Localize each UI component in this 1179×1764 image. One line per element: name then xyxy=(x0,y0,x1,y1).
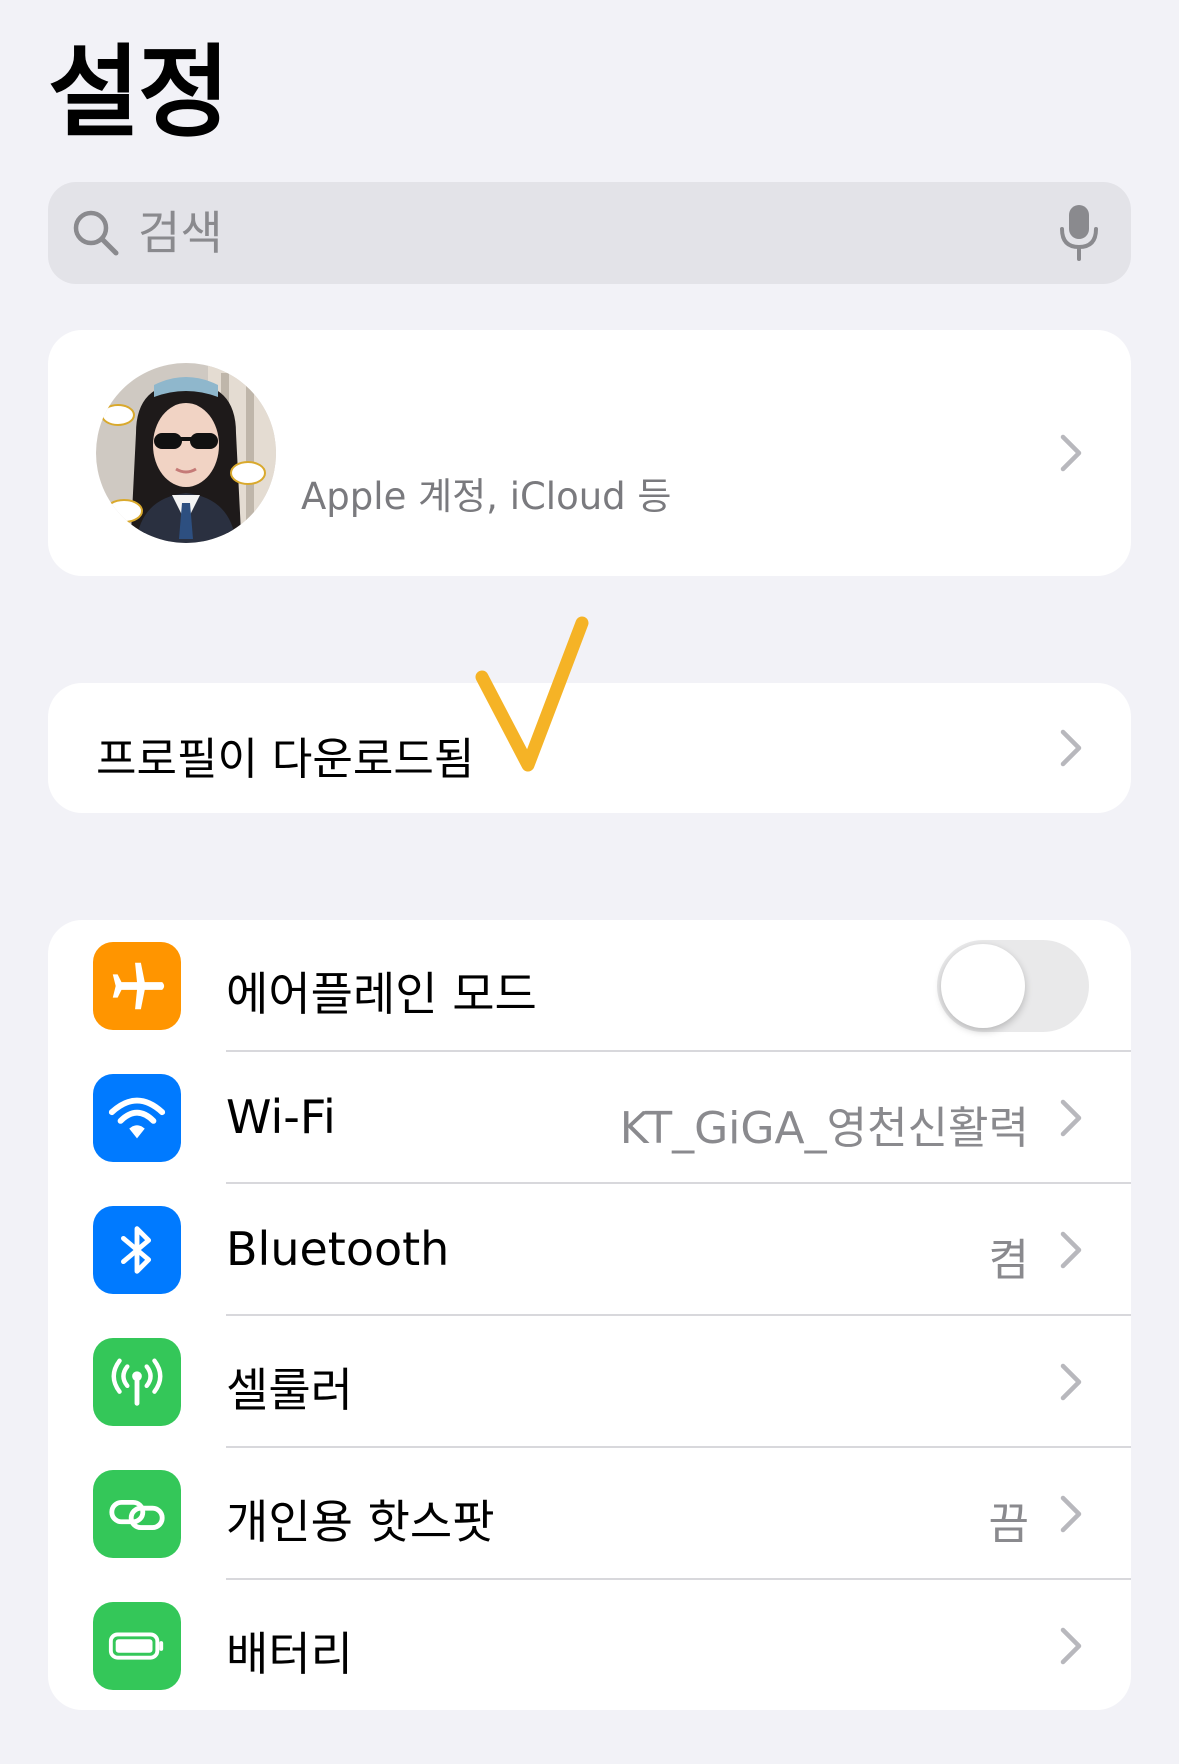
wifi-icon xyxy=(93,1074,181,1162)
profile-downloaded-card[interactable]: 프로필이 다운로드됨 xyxy=(48,683,1131,813)
chevron-right-icon xyxy=(1060,1231,1082,1269)
search-bar[interactable] xyxy=(48,182,1131,284)
wifi-network-value: KT_GiGA_영천신활력 xyxy=(619,1103,1029,1154)
chevron-right-icon xyxy=(1060,1363,1082,1401)
personal-hotspot-row[interactable]: 개인용 핫스팟 끔 xyxy=(48,1448,1131,1580)
hotspot-status-value: 끔 xyxy=(988,1499,1029,1550)
profile-downloaded-label: 프로필이 다운로드됨 xyxy=(96,734,475,785)
battery-label: 배터리 xyxy=(226,1627,353,1681)
chevron-right-icon xyxy=(1060,1627,1082,1665)
toggle-knob xyxy=(941,944,1025,1028)
airplane-mode-row[interactable]: 에어플레인 모드 xyxy=(48,920,1131,1052)
search-input[interactable] xyxy=(138,206,1057,260)
chevron-right-icon xyxy=(1060,1099,1082,1137)
connectivity-settings-group: 에어플레인 모드 Wi-Fi KT_GiGA_영천신활력 Bluetooth 켬… xyxy=(48,920,1131,1710)
avatar xyxy=(96,363,276,543)
chevron-right-icon xyxy=(1060,434,1082,472)
bluetooth-label: Bluetooth xyxy=(226,1222,450,1276)
apple-account-card[interactable]: Apple 계정, iCloud 등 xyxy=(48,330,1131,576)
airplane-mode-toggle[interactable] xyxy=(937,940,1089,1032)
bluetooth-row[interactable]: Bluetooth 켬 xyxy=(48,1184,1131,1316)
battery-icon xyxy=(93,1602,181,1690)
cellular-icon xyxy=(93,1338,181,1426)
airplane-icon xyxy=(93,942,181,1030)
wifi-label: Wi-Fi xyxy=(226,1090,336,1144)
cellular-row[interactable]: 셀룰러 xyxy=(48,1316,1131,1448)
battery-row[interactable]: 배터리 xyxy=(48,1580,1131,1712)
search-icon xyxy=(73,210,119,256)
personal-hotspot-label: 개인용 핫스팟 xyxy=(226,1495,495,1549)
airplane-mode-label: 에어플레인 모드 xyxy=(226,967,537,1021)
hotspot-icon xyxy=(93,1470,181,1558)
microphone-icon[interactable] xyxy=(1057,203,1101,263)
bluetooth-icon xyxy=(93,1206,181,1294)
account-subtitle: Apple 계정, iCloud 등 xyxy=(301,475,672,518)
chevron-right-icon xyxy=(1060,729,1082,767)
chevron-right-icon xyxy=(1060,1495,1082,1533)
cellular-label: 셀룰러 xyxy=(226,1363,353,1417)
page-title: 설정 xyxy=(48,34,230,151)
wifi-row[interactable]: Wi-Fi KT_GiGA_영천신활력 xyxy=(48,1052,1131,1184)
bluetooth-status-value: 켬 xyxy=(988,1235,1029,1286)
